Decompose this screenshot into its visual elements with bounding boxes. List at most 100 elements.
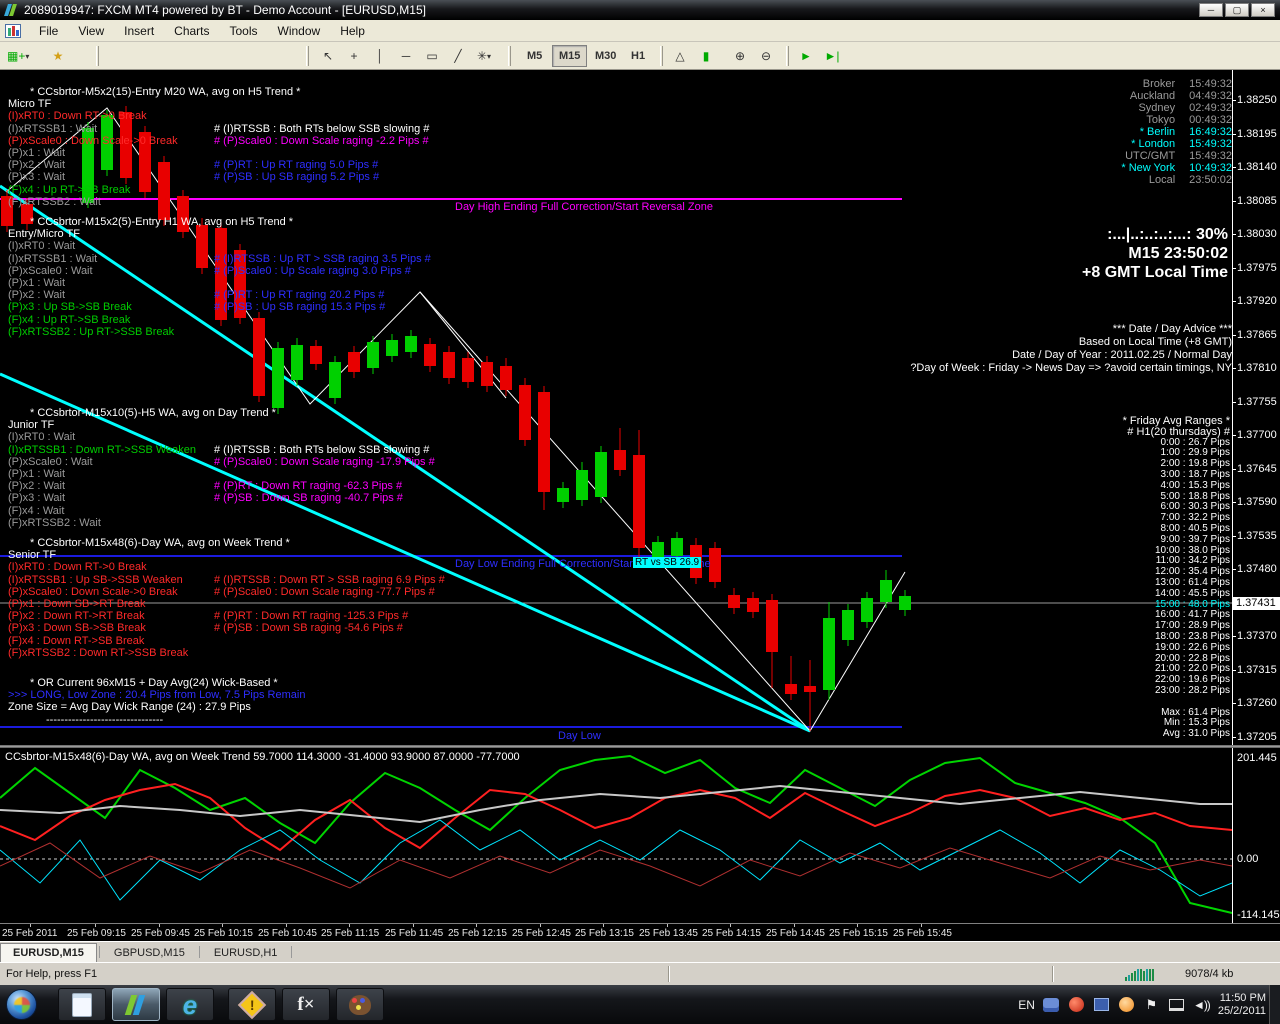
shapes-tool-icon[interactable]: ✳ ▾: [472, 45, 496, 67]
close-button[interactable]: ×: [1251, 3, 1275, 17]
taskbar-mt4-button[interactable]: [112, 988, 160, 1021]
cursor-tool-icon[interactable]: ↖: [316, 45, 340, 67]
cyan-trendline: [0, 184, 811, 733]
taskbar-notepad-button[interactable]: [58, 988, 106, 1021]
indicator-pane-separator[interactable]: [0, 745, 1280, 748]
action-center-flag-icon[interactable]: ⚑: [1143, 996, 1160, 1013]
trendline-tool-icon[interactable]: ╱: [446, 45, 470, 67]
panel-signal-row: (P)x2 : Wait: [8, 480, 66, 493]
menu-view[interactable]: View: [68, 21, 114, 41]
notepad-icon: [72, 992, 92, 1017]
time-axis-label: 25 Feb 14:15: [702, 928, 761, 939]
tab-separator: [291, 946, 293, 958]
candle-body: [177, 196, 189, 232]
price-axis-label: 1.37865: [1237, 328, 1277, 341]
crosshair-tool-icon[interactable]: +: [342, 45, 366, 67]
friday-range-summary: Max : 61.4 Pips: [1161, 706, 1230, 718]
volume-tray-icon[interactable]: ◄)): [1193, 996, 1211, 1013]
fibo-tool-icon[interactable]: ▭: [420, 45, 444, 67]
status-bar: For Help, press F1 9078/4 kb: [0, 962, 1280, 985]
friday-range-row: 6:00 : 30.3 Pips: [1160, 501, 1231, 513]
clock-row: Tokyo 00:49:32: [1146, 114, 1232, 126]
menu-insert[interactable]: Insert: [114, 21, 164, 41]
menu-file[interactable]: File: [29, 21, 68, 41]
indicator-series-line: [0, 754, 1233, 914]
time-axis-tick: [540, 924, 541, 927]
time-axis[interactable]: 25 Feb 2011 25 Feb 09:15 25 Feb 09:45 25 Fe…: [0, 923, 1280, 941]
zoom-in-icon[interactable]: ⊕: [728, 45, 752, 67]
price-axis-label: 1.37425: [1237, 596, 1277, 609]
title-bar[interactable]: 2089019947: FXCM MT4 powered by BT - Dem…: [0, 0, 1280, 20]
candle-body: [880, 580, 892, 602]
time-axis-tick: [30, 924, 31, 927]
taskbar-alert-button[interactable]: !: [228, 988, 276, 1021]
price-axis-label: 1.37920: [1237, 295, 1277, 307]
zoom-out-icon[interactable]: ⊖: [754, 45, 778, 67]
antivirus-tray-icon[interactable]: [1068, 996, 1085, 1013]
panel-signal-row: (P)x1 : Wait: [8, 147, 66, 159]
taskbar-ie-button[interactable]: e: [166, 988, 214, 1021]
show-desktop-button[interactable]: [1269, 985, 1280, 1024]
candle-chart-mode-icon[interactable]: ▮: [694, 45, 718, 67]
taskbar-clock[interactable]: 11:50 PM 25/2/2011: [1218, 992, 1266, 1018]
app-tray-icon[interactable]: [1093, 996, 1110, 1013]
timeframe-m5-button[interactable]: M5: [520, 45, 549, 67]
friday-range-row: 21:00 : 22.0 Pips: [1154, 663, 1230, 675]
profiles-button[interactable]: ★: [46, 45, 70, 67]
time-axis-tick: [413, 924, 414, 927]
network-tray-icon[interactable]: [1168, 996, 1185, 1013]
menu-window[interactable]: Window: [268, 21, 331, 41]
candle-body: [386, 340, 398, 356]
restore-button[interactable]: ▢: [1225, 3, 1249, 17]
price-axis-label: 1.38195: [1237, 127, 1277, 140]
clock-row: * New York 10:49:32: [1121, 162, 1232, 174]
new-chart-button[interactable]: ▦+ ▾: [6, 45, 30, 67]
horizontal-line-tool-icon[interactable]: ─: [394, 45, 418, 67]
candle-body: [633, 455, 645, 548]
clock-time: 15:49:32: [1189, 150, 1232, 162]
vertical-line-tool-icon[interactable]: │: [368, 45, 392, 67]
price-axis-label: 1.37535: [1237, 529, 1277, 542]
messenger-tray-icon[interactable]: [1043, 996, 1060, 1013]
price-axis-label: 1.37205: [1237, 730, 1277, 743]
menu-tools[interactable]: Tools: [220, 21, 268, 41]
chart-tab-eurusd-h1[interactable]: EURUSD,H1: [202, 944, 290, 962]
timeframe-h1-button[interactable]: H1: [624, 45, 652, 67]
friday-range-row: 17:00 : 28.9 Pips: [1154, 620, 1230, 632]
chart-shift-icon[interactable]: ►|: [820, 45, 844, 67]
chart-window-icon[interactable]: [5, 23, 21, 38]
language-indicator[interactable]: EN: [1018, 998, 1035, 1012]
taskbar-fx-button[interactable]: f×: [282, 988, 330, 1021]
menu-help[interactable]: Help: [330, 21, 375, 41]
time-axis-label: 25 Feb 13:15: [575, 928, 634, 939]
line-chart-mode-icon[interactable]: △: [668, 45, 692, 67]
clock-row: Auckland 04:49:32: [1130, 90, 1232, 102]
auto-scroll-icon[interactable]: ►: [794, 45, 818, 67]
candle-body: [329, 362, 341, 398]
panel-signal-row: (P)x3 : Down SB->SB Break: [8, 622, 146, 635]
candle-body: [21, 204, 33, 224]
updater-tray-icon[interactable]: [1118, 996, 1135, 1013]
friday-range-row: 19:00 : 22.6 Pips: [1154, 641, 1230, 653]
friday-range-row: 3:00 : 18.7 Pips: [1160, 469, 1231, 480]
menu-charts[interactable]: Charts: [164, 21, 219, 41]
timeframe-m15-button[interactable]: M15: [552, 45, 588, 67]
indicator-title: CCsbrtor-M15x48(6)-Day WA, avg on Week T…: [5, 751, 520, 763]
or-panel-header: * OR Current 96xM15 + Day Avg(24) Wick-B…: [30, 677, 278, 689]
taskbar-paint-button[interactable]: [336, 988, 384, 1021]
time-axis-label: 25 Feb 15:15: [829, 928, 888, 939]
minimize-button[interactable]: ─: [1199, 3, 1223, 17]
chart-tab-gbpusd-m15[interactable]: GBPUSD,M15: [102, 944, 197, 962]
chart-tab-eurusd-m15[interactable]: EURUSD,M15: [0, 943, 97, 962]
price-axis-label: 1.38250: [1237, 94, 1277, 106]
start-button[interactable]: [6, 989, 37, 1020]
or-panel-line: --------------------------------: [46, 713, 164, 726]
price-chart-canvas[interactable]: [0, 0, 1280, 1024]
candle-body: [614, 450, 626, 470]
candle-body: [424, 344, 436, 366]
friday-range-row: 1:00 : 29.9 Pips: [1160, 447, 1231, 459]
panel-signal-row: (P)x3 : Wait: [8, 492, 66, 505]
friday-range-row: 15:00 : 48.0 Pips: [1154, 598, 1230, 610]
time-axis-label: 25 Feb 09:15: [67, 928, 126, 939]
timeframe-m30-button[interactable]: M30: [588, 45, 623, 67]
